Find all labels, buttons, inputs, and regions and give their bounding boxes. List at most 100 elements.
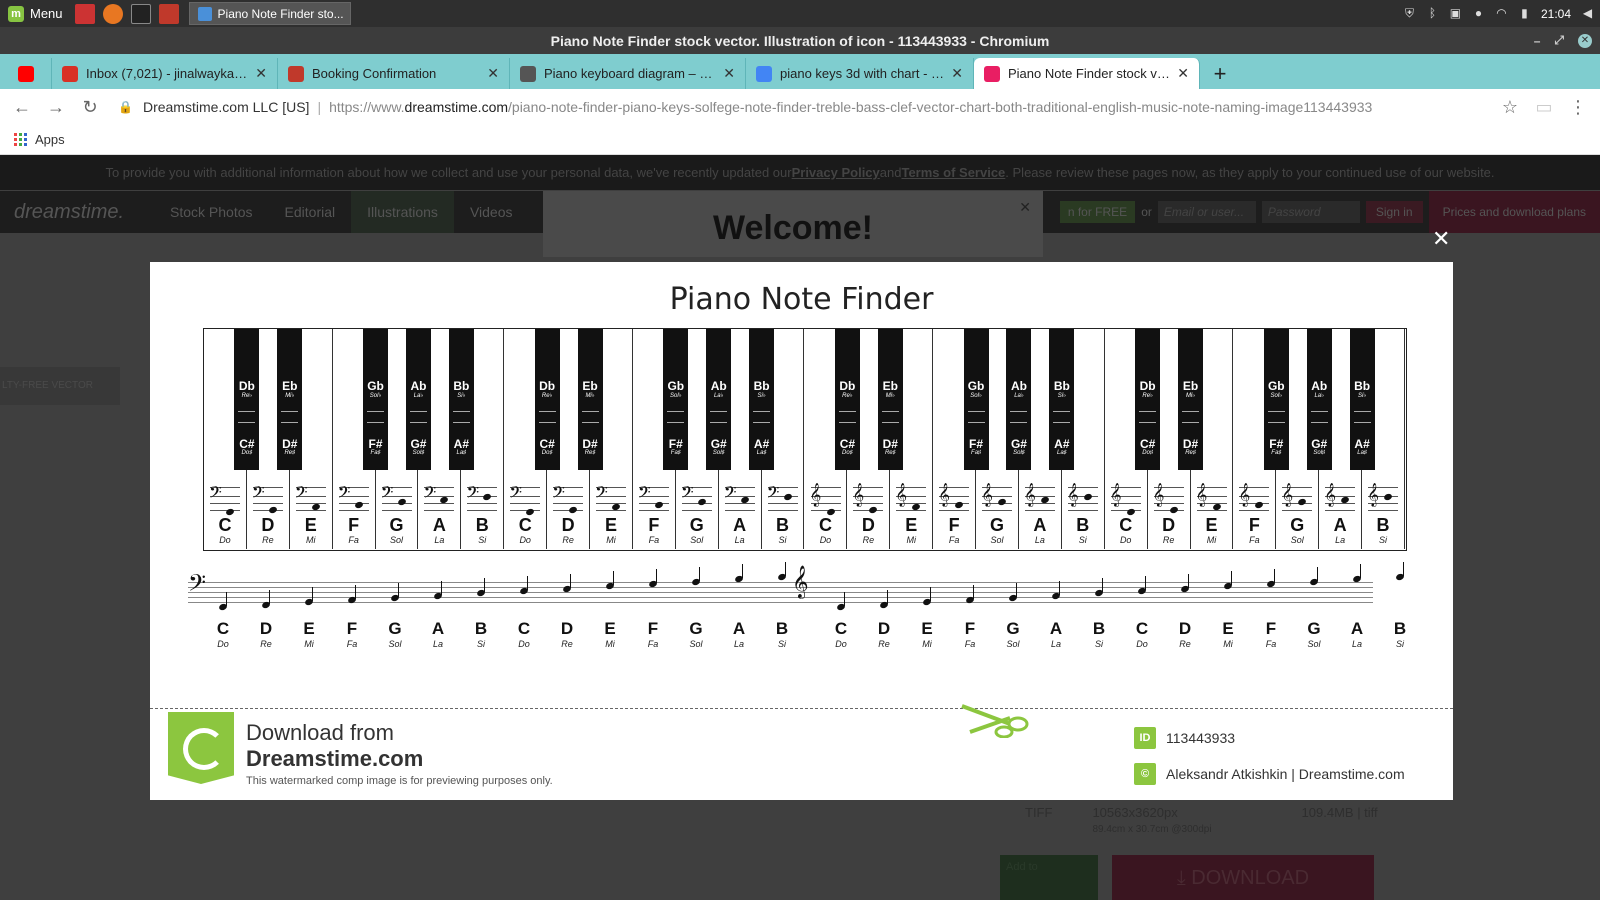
download-button[interactable]: ⤓ DOWNLOAD — [1112, 855, 1374, 900]
staff-solfege: Si — [1395, 639, 1404, 649]
flat-solfege: Re♭ — [842, 393, 853, 399]
browser-menu-icon[interactable]: ⋮ — [1564, 93, 1592, 121]
add-to-button[interactable]: Add to — [1000, 855, 1098, 900]
key-solfege: Do — [219, 535, 231, 545]
reload-icon[interactable]: ↻ — [76, 93, 104, 121]
close-tab-icon[interactable]: ✕ — [487, 65, 499, 82]
apps-bookmark[interactable]: Apps — [35, 132, 65, 147]
close-tab-icon[interactable]: ✕ — [951, 65, 963, 82]
sharp-name: F# — [668, 437, 683, 451]
tab-0[interactable] — [8, 58, 52, 89]
join-free-button[interactable]: n for FREE — [1059, 201, 1136, 223]
clock[interactable]: 21:04 — [1541, 7, 1571, 21]
sharp-name: F# — [969, 437, 984, 451]
black-key: Ab La♭ G# Sol♯ — [405, 329, 431, 470]
staff-letter: D — [877, 619, 891, 638]
prices-plans-button[interactable]: Prices and download plans — [1428, 191, 1600, 233]
signin-button[interactable]: Sign in — [1365, 201, 1423, 223]
key-letter: E — [905, 515, 918, 535]
start-menu-button[interactable]: m Menu — [0, 0, 71, 27]
sharp-name: G# — [1010, 437, 1027, 451]
image-title: Piano Note Finder — [669, 282, 934, 317]
address-bar[interactable]: 🔒 Dreamstime.com LLC [US] | https://www.… — [118, 93, 1490, 121]
dreamstime-logo[interactable]: dreamstime. — [14, 201, 124, 224]
close-tab-icon[interactable]: ✕ — [723, 65, 735, 82]
staff-solfege: Re — [561, 639, 573, 649]
black-key-flat: Gb Sol♭ — [663, 379, 688, 399]
black-key: Gb Sol♭ F# Fa♯ — [663, 329, 689, 470]
lock-icon[interactable]: 🔒 — [118, 100, 133, 114]
close-welcome-icon[interactable]: ✕ — [1019, 199, 1031, 216]
email-field[interactable]: Email or user... — [1157, 201, 1256, 223]
shield-icon[interactable]: ⛨ — [1403, 7, 1416, 20]
mini-staff — [1310, 411, 1328, 423]
bass-clef-icon: 𝄢 — [466, 484, 480, 506]
tab-2[interactable]: Booking Confirmation ✕ — [278, 58, 510, 89]
nav-stock-photos[interactable]: Stock Photos — [154, 191, 269, 233]
staff-letter: B — [474, 619, 488, 638]
note-stem — [656, 569, 657, 583]
author-row: © Aleksandr Atkishkin | Dreamstime.com — [1134, 760, 1405, 788]
nav-videos[interactable]: Videos — [454, 191, 529, 233]
bookmarks-bar: Apps — [0, 125, 1600, 155]
black-key-flat: Eb Mi♭ — [1178, 379, 1203, 399]
maximize-icon[interactable]: ⤢ — [1554, 33, 1564, 48]
tab-3[interactable]: Piano keyboard diagram – piano ✕ — [510, 58, 746, 89]
treble-clef-icon: 𝄞 — [1066, 484, 1079, 506]
key-letter: D — [1162, 515, 1176, 535]
wifi-icon[interactable]: ◠ — [1495, 7, 1508, 20]
apps-grid-icon[interactable] — [14, 133, 27, 146]
id-icon: ID — [1134, 727, 1156, 749]
key-letter: C — [518, 515, 532, 535]
sharp-solfege: La♯ — [1357, 450, 1367, 456]
window-titlebar: Piano Note Finder stock vector. Illustra… — [0, 27, 1600, 54]
tab-1[interactable]: Inbox (7,021) - jinalwaykar1@gm ✕ — [52, 58, 278, 89]
password-field[interactable]: Password — [1261, 201, 1360, 223]
copyright-icon: © — [1134, 763, 1156, 785]
close-lightbox-icon[interactable]: ✕ — [1432, 228, 1450, 250]
sharp-name: D# — [1182, 437, 1199, 451]
treble-clef-icon: 𝄞 — [1195, 484, 1208, 506]
piano-icon — [520, 65, 536, 82]
battery-icon[interactable]: ▮ — [1518, 7, 1531, 20]
nav-illustrations[interactable]: Illustrations — [351, 191, 454, 233]
back-arrow-icon[interactable]: ← — [8, 93, 36, 121]
forward-arrow-icon[interactable]: → — [42, 93, 70, 121]
firefox-icon[interactable] — [102, 3, 123, 24]
close-tab-icon[interactable]: ✕ — [255, 65, 267, 82]
black-key-sharp: A# La♯ — [1350, 437, 1375, 456]
preview-note: This watermarked comp image is for previ… — [246, 775, 553, 787]
close-window-icon[interactable]: ✕ — [1578, 33, 1592, 48]
user-icon[interactable]: ● — [1472, 7, 1485, 20]
show-desktop-icon[interactable] — [74, 3, 95, 24]
sharp-solfege: Fa♯ — [1271, 450, 1282, 456]
flat-name: Bb — [1053, 379, 1070, 393]
key-solfege: Do — [519, 535, 531, 545]
minimize-icon[interactable]: – — [1534, 34, 1541, 48]
mini-staff — [881, 411, 899, 423]
sharp-solfege: La♯ — [756, 450, 767, 456]
bookmark-star-icon[interactable]: ☆ — [1496, 93, 1524, 121]
tab-4[interactable]: piano keys 3d with chart - Goog ✕ — [746, 58, 974, 89]
update-manager-icon[interactable]: ▣ — [1449, 7, 1462, 20]
new-tab-icon[interactable]: + — [1206, 58, 1234, 89]
close-tab-icon[interactable]: ✕ — [1177, 65, 1189, 82]
terms-link[interactable]: Terms of Service — [901, 165, 1005, 180]
volume-icon[interactable]: ◀ — [1581, 7, 1594, 20]
files-icon[interactable] — [158, 3, 179, 24]
treble-clef-icon: 𝄞 — [938, 484, 950, 506]
terminal-icon[interactable] — [130, 3, 151, 24]
taskbar-window-chromium[interactable]: Piano Note Finder sto... — [188, 2, 351, 25]
black-key-flat: Db Re♭ — [234, 379, 259, 399]
extension-icon[interactable]: ▭ — [1530, 93, 1558, 121]
privacy-policy-link[interactable]: Privacy Policy — [792, 165, 880, 180]
flat-solfege: La♭ — [1314, 393, 1324, 399]
bluetooth-icon[interactable]: ᛒ — [1426, 7, 1439, 20]
url-host: dreamstime.com — [404, 99, 509, 115]
black-key-sharp: A# La♯ — [749, 437, 774, 456]
tab-5[interactable]: Piano Note Finder stock vector. ✕ — [974, 58, 1200, 89]
staff-solfege: Sol — [1307, 639, 1321, 649]
add-label: Add to — [1006, 861, 1038, 873]
black-key-sharp: C# Do♯ — [234, 437, 259, 456]
nav-editorial[interactable]: Editorial — [269, 191, 352, 233]
